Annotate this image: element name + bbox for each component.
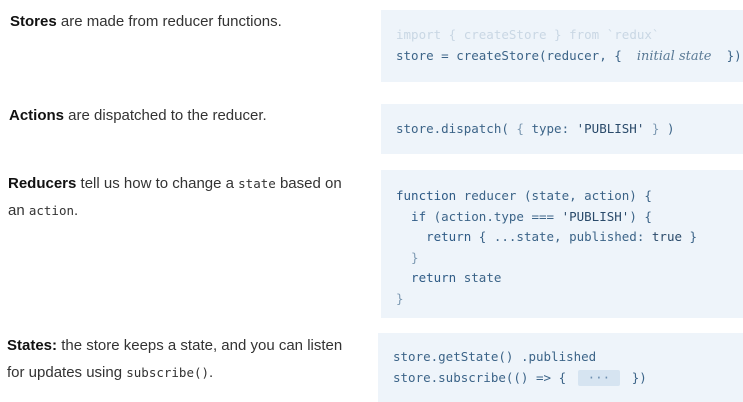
code-token: { ...state, published: [471,229,652,244]
code-token: createStore [463,27,547,42]
states-code-block: store.getState() .published store.subscri… [378,333,743,402]
reducers-code-line-2: if (action.type === 'PUBLISH') { [396,207,743,228]
code-token: store = createStore(reducer, { [396,47,637,63]
code-token: state [456,270,502,285]
reducers-code-line-1: function reducer (state, action) { [396,186,743,207]
code-token: true [651,229,682,244]
code-token: function [396,188,457,203]
reducers-code-line-4: } [396,248,743,269]
code-token: store.getState() [393,349,514,364]
reducers-desc-text: tell us how to change a [76,175,239,192]
inline-code-subscribe: subscribe() [126,365,210,380]
code-token: .published [513,349,597,364]
stores-code-line-1: import { createStore } from `redux` [396,25,743,46]
actions-description: Actions are dispatched to the reducer. [9,102,359,129]
code-token: ) { [629,208,652,224]
actions-desc-text: are dispatched to the reducer. [64,107,267,124]
code-token: from [569,27,600,42]
reducers-code-block: function reducer (state, action) { if (a… [381,170,743,318]
reducers-code-line-3: return { ...state, published: true } [396,227,743,248]
code-token: import [396,27,442,42]
code-token: 'PUBLISH' [561,208,630,224]
reducers-code-line-6: } [396,289,743,310]
code-token: 'PUBLISH' [576,121,645,136]
actions-code-block: store.dispatch( { type: 'PUBLISH' } ) [381,104,743,154]
code-token: return [396,229,472,244]
ellipsis-placeholder: ··· [577,369,621,386]
code-token: } [396,249,419,265]
stores-term: Stores [10,13,57,30]
states-code-line-2: store.subscribe(() => { ··· }) [393,368,743,389]
stores-description: Stores are made from reducer functions. [10,8,360,35]
code-token: } [396,290,404,306]
stores-code-line-2: store = createStore(reducer, { initial s… [396,46,743,68]
code-token: { [508,121,532,136]
code-token: ) [659,121,675,136]
inline-code-action: action [28,203,75,218]
reducers-term: Reducers [8,175,77,192]
states-term: States: [7,337,58,354]
initial-state-placeholder: initial state [636,48,712,64]
code-token: }) [711,47,742,63]
states-description: States: the store keeps a state, and you… [7,332,352,386]
code-token: { [441,27,464,42]
code-token: (action.type === [426,208,562,224]
code-token: store.subscribe(() => { [393,369,574,385]
code-token: if [396,208,427,224]
code-token: return [396,270,457,285]
states-code-line-1: store.getState() .published [393,347,743,368]
code-token: } [546,27,570,42]
code-token: `redux` [599,27,660,42]
code-token: } [644,121,660,136]
states-desc-text: . [209,364,214,381]
code-token: } [682,229,698,244]
actions-term: Actions [9,107,65,124]
reducers-description: Reducers tell us how to change a state b… [8,170,348,224]
code-token: store.dispatch( [396,121,509,136]
reducers-desc-text: . [74,202,79,219]
actions-code-line: store.dispatch( { type: 'PUBLISH' } ) [396,119,743,140]
code-token: }) [624,369,647,385]
inline-code-state: state [238,176,276,191]
code-token: reducer (state, action) { [456,188,652,203]
reducers-code-line-5: return state [396,268,743,289]
stores-desc-text: are made from reducer functions. [56,13,282,30]
stores-code-block: import { createStore } from `redux` store… [381,10,743,82]
code-token: type: [531,121,577,136]
